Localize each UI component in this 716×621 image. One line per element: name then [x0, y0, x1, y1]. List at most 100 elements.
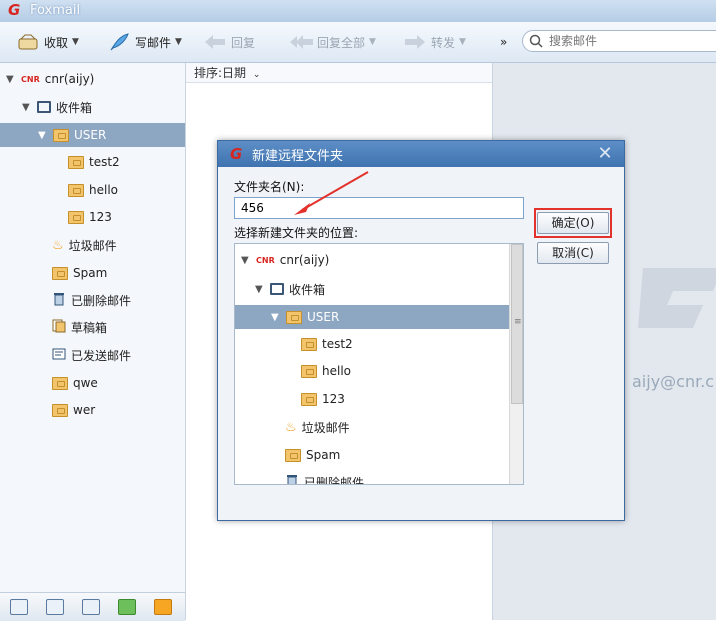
tree-hello[interactable]: hello — [68, 178, 118, 202]
dtree-spam[interactable]: Spam — [285, 443, 340, 467]
spam-label: Spam — [306, 448, 341, 462]
inbox-icon — [270, 283, 284, 295]
feather-pen-icon — [107, 32, 131, 52]
account-email: aijy@cnr.c — [632, 372, 715, 391]
folder-label: hello — [322, 364, 351, 378]
folder-icon — [68, 183, 84, 197]
forward-arrow-icon — [403, 32, 427, 52]
sort-bar[interactable]: 排序:日期 ⌄ — [186, 63, 492, 83]
tree-scrollbar[interactable]: ≡ — [509, 244, 523, 484]
chevron-down-icon[interactable]: ▼ — [175, 37, 182, 47]
dtree-user[interactable]: ▼ USER — [235, 305, 509, 329]
search-input[interactable] — [547, 33, 711, 49]
account-label: cnr(aijy) — [279, 253, 330, 267]
foxmail-logo-icon: G — [8, 1, 21, 19]
calendar-icon[interactable] — [82, 599, 100, 615]
compose-button[interactable]: 写邮件 ▼ — [107, 30, 182, 54]
folder-icon — [285, 448, 301, 462]
tree-wer[interactable]: wer — [52, 398, 95, 422]
chevron-down-icon[interactable]: ▼ — [369, 37, 376, 47]
folder-icon — [301, 364, 317, 378]
dtree-test2[interactable]: test2 — [301, 332, 353, 356]
folder-icon — [286, 310, 302, 324]
folder-label: 123 — [322, 392, 345, 406]
tree-drafts[interactable]: 草稿箱 — [52, 315, 107, 339]
mail-view-icon[interactable] — [10, 599, 28, 615]
tree-user[interactable]: ▼ USER — [0, 123, 185, 147]
dialog-title: 新建远程文件夹 — [252, 149, 344, 164]
dtree-inbox[interactable]: ▼ 收件箱 — [255, 277, 325, 301]
close-icon[interactable]: ✕ — [594, 143, 616, 164]
tree-spam[interactable]: Spam — [52, 261, 107, 285]
flame-icon: ♨ — [285, 419, 297, 435]
sent-icon — [52, 348, 66, 363]
dtree-junk[interactable]: ♨ 垃圾邮件 — [285, 415, 350, 439]
ok-button[interactable]: 确定(O) — [537, 212, 609, 234]
expand-triangle-icon[interactable]: ▼ — [22, 102, 32, 113]
expand-triangle-icon[interactable]: ▼ — [38, 130, 48, 141]
tree-deleted[interactable]: 已删除邮件 — [52, 288, 131, 312]
receive-label: 收取 — [44, 35, 69, 50]
folder-icon — [52, 403, 68, 417]
deleted-label: 已删除邮件 — [304, 475, 365, 485]
account-tag: CNR — [256, 255, 275, 265]
reply-arrow-icon — [203, 32, 227, 52]
expand-triangle-icon[interactable]: ▼ — [255, 284, 265, 295]
flame-icon: ♨ — [52, 237, 64, 253]
forward-label: 转发 — [431, 35, 456, 50]
folder-label: hello — [89, 183, 118, 197]
qwe-label: qwe — [73, 376, 98, 390]
reply-button[interactable]: 回复 — [203, 30, 255, 54]
location-label: 选择新建文件夹的位置: — [234, 226, 359, 240]
tree-junk[interactable]: ♨ 垃圾邮件 — [52, 233, 117, 257]
folder-icon — [301, 337, 317, 351]
tree-123[interactable]: 123 — [68, 205, 112, 229]
dtree-hello[interactable]: hello — [301, 359, 351, 383]
scrollbar-thumb[interactable]: ≡ — [511, 244, 523, 404]
expand-triangle-icon[interactable]: ▼ — [241, 255, 251, 266]
dialog-body: 文件夹名(N): 选择新建文件夹的位置: 确定(O) 取消(C) ▼ CNR c… — [218, 167, 624, 520]
folder-icon — [68, 155, 84, 169]
reply-all-arrow-icon — [289, 32, 313, 52]
chevron-down-icon[interactable]: ▼ — [72, 37, 79, 47]
user-label: USER — [74, 128, 107, 142]
more-button[interactable]: » — [500, 30, 507, 54]
reply-all-button[interactable]: 回复全部 ▼ — [289, 30, 376, 54]
receive-button[interactable]: 收取 ▼ — [16, 30, 79, 54]
drafts-label: 草稿箱 — [71, 320, 108, 335]
tree-account[interactable]: ▼ CNR cnr(aijy) — [6, 67, 94, 91]
tree-test2[interactable]: test2 — [68, 150, 120, 174]
dtree-123[interactable]: 123 — [301, 387, 345, 411]
trash-icon — [285, 474, 299, 484]
expand-triangle-icon[interactable]: ▼ — [271, 312, 281, 323]
notes-icon[interactable] — [118, 599, 136, 615]
location-tree: ▼ CNR cnr(aijy) ▼ 收件箱 ▼ USER test2 hello — [234, 243, 524, 485]
expand-triangle-icon[interactable]: ▼ — [6, 74, 16, 85]
folder-label: test2 — [322, 337, 353, 351]
forward-button[interactable]: 转发 ▼ — [403, 30, 466, 54]
dialog-title-bar: G 新建远程文件夹 ✕ — [218, 141, 624, 167]
tree-sent[interactable]: 已发送邮件 — [52, 343, 131, 367]
spam-label: Spam — [73, 266, 108, 280]
account-tag: CNR — [21, 74, 40, 84]
folder-icon — [301, 392, 317, 406]
tree-qwe[interactable]: qwe — [52, 371, 98, 395]
cancel-button[interactable]: 取消(C) — [537, 242, 609, 264]
trash-icon — [52, 292, 66, 309]
inbox-tray-icon — [16, 32, 40, 52]
contacts-icon[interactable] — [46, 599, 64, 615]
reply-label: 回复 — [231, 35, 256, 50]
chevron-down-icon[interactable]: ⌄ — [253, 70, 261, 80]
chevron-down-icon[interactable]: ▼ — [459, 37, 466, 47]
toolbar: 收取 ▼ 写邮件 ▼ 回复 回复全部 ▼ 转发 ▼ » — [0, 22, 716, 63]
search-icon — [529, 34, 543, 48]
rss-icon[interactable] — [154, 599, 172, 615]
dtree-deleted[interactable]: 已删除邮件 — [285, 470, 365, 485]
folder-label: 123 — [89, 210, 112, 224]
inbox-icon — [37, 101, 51, 113]
search-box[interactable] — [522, 30, 716, 52]
tree-inbox[interactable]: ▼ 收件箱 — [22, 95, 92, 119]
dtree-account[interactable]: ▼ CNR cnr(aijy) — [241, 248, 329, 272]
folder-tree: ▼ CNR cnr(aijy) ▼ 收件箱 ▼ USER test2 hello… — [0, 63, 186, 620]
inbox-label: 收件箱 — [56, 100, 93, 115]
